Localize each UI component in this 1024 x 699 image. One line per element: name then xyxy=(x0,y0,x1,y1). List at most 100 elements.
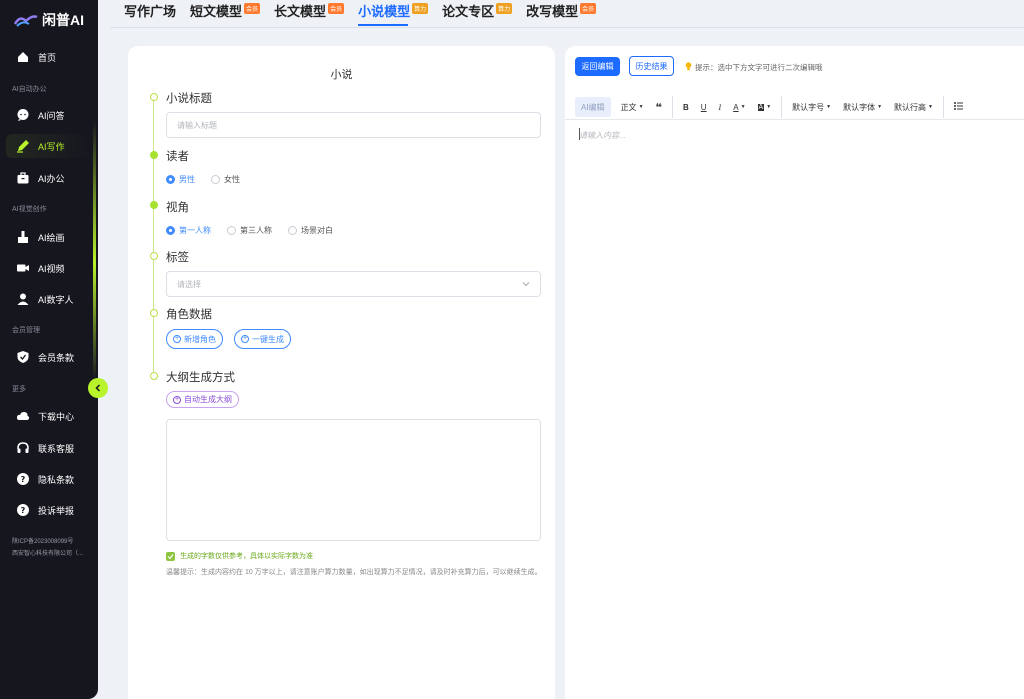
sidebar-item-download[interactable]: 下载中心 xyxy=(6,404,92,428)
paragraph-style-dropdown[interactable]: 正文 ▼ xyxy=(615,97,650,117)
tab-short-model[interactable]: 短文模型 会员 xyxy=(190,0,261,20)
radio-label: 第一人称 xyxy=(179,226,211,235)
ai-edit-button[interactable]: AI编辑 xyxy=(575,97,611,117)
tab-novel-model[interactable]: 小说模型 算力 xyxy=(358,0,429,26)
paint-icon xyxy=(16,230,30,244)
timeline-dot xyxy=(150,93,158,101)
tab-long-model[interactable]: 长文模型 会员 xyxy=(274,0,345,20)
auto-outline-button[interactable]: + 自动生成大纲 xyxy=(166,391,239,408)
font-color-dropdown[interactable]: A ▼ xyxy=(727,97,751,117)
timeline-dot xyxy=(150,309,158,317)
sidebar-item-ai-writing[interactable]: AI写作 xyxy=(6,134,92,158)
timeline-dot xyxy=(150,252,158,260)
perspective-radio-dialogue[interactable]: 场景对白 xyxy=(288,225,333,236)
sidebar-item-home[interactable]: 首页 xyxy=(6,45,92,69)
footer-company: 西安智心科技有限公司（... xyxy=(12,551,84,557)
tags-select[interactable]: 请选择 xyxy=(166,271,541,297)
background-color-dropdown[interactable]: A ▼ xyxy=(752,97,778,117)
sidebar-collapse-button[interactable] xyxy=(88,378,108,398)
help-icon: ? xyxy=(16,503,30,517)
button-label: 自动生成大纲 xyxy=(184,395,232,404)
underline-icon: U xyxy=(700,102,707,112)
sidebar-item-ai-qa[interactable]: AI问答 xyxy=(6,103,92,127)
radio-circle xyxy=(211,175,220,184)
novel-form-panel: 小说 小说标题 请输入标题 读者 男性 女性 视角 第一人称 第三人称 场景对白… xyxy=(128,46,555,699)
bullet-list-button[interactable] xyxy=(948,97,969,117)
perspective-radio-first[interactable]: 第一人称 xyxy=(166,225,211,236)
add-character-button[interactable]: + 新增角色 xyxy=(166,329,223,349)
quote-icon: ❝ xyxy=(655,101,662,114)
help-icon: ? xyxy=(16,472,30,486)
button-label: 一键生成 xyxy=(252,334,284,344)
reader-radio-male[interactable]: 男性 xyxy=(166,174,195,185)
toolbar-separator xyxy=(781,96,783,118)
perspective-label: 视角 xyxy=(166,202,189,214)
tab-label: 短文模型 xyxy=(190,4,243,19)
footer-icp[interactable]: 陕ICP备2023008099号 xyxy=(12,536,73,545)
timeline-dot xyxy=(150,151,158,159)
hint-text: 提示：选中下方文字可进行二次编辑哦 xyxy=(695,63,823,72)
bold-icon: B xyxy=(682,102,689,112)
sidebar-item-label: 下载中心 xyxy=(38,411,75,422)
sidebar-item-support[interactable]: 联系客服 xyxy=(6,436,92,460)
disclaimer-text: 生成的字数仅供参考，具体以实际字数为准 xyxy=(180,553,313,560)
sidebar-item-ai-office[interactable]: AI办公 xyxy=(6,166,92,190)
back-to-edit-button[interactable]: 返回编辑 xyxy=(575,57,620,76)
sidebar-item-member-terms[interactable]: 会员条款 xyxy=(6,345,92,369)
font-size-dropdown[interactable]: 默认字号 ▼ xyxy=(786,97,837,117)
line-height-dropdown[interactable]: 默认行高 ▼ xyxy=(888,97,939,117)
reader-label: 读者 xyxy=(166,151,189,163)
radio-label: 女性 xyxy=(224,175,240,184)
history-results-button[interactable]: 历史结果 xyxy=(629,56,674,76)
sidebar-item-privacy[interactable]: ? 隐私条款 xyxy=(6,467,92,491)
bold-button[interactable]: B xyxy=(677,97,695,117)
sidebar-item-label: AI办公 xyxy=(38,173,65,184)
quote-button[interactable]: ❝ xyxy=(650,97,668,117)
italic-icon: I xyxy=(718,102,722,112)
app-name: 闲普AI xyxy=(42,12,84,28)
member-badge: 会员 xyxy=(244,3,261,14)
dropdown-label: 正文 xyxy=(620,102,637,112)
tabs-divider xyxy=(110,27,1024,28)
lightbulb-icon xyxy=(685,62,692,73)
italic-button[interactable]: I xyxy=(713,97,728,117)
outline-textarea[interactable] xyxy=(166,419,541,541)
svg-text:?: ? xyxy=(21,475,26,484)
sidebar-item-label: 会员条款 xyxy=(38,352,75,363)
novel-title-input[interactable]: 请输入标题 xyxy=(166,112,541,138)
sidebar-item-label: AI写作 xyxy=(38,141,65,152)
dropdown-label: 默认行高 xyxy=(894,102,927,112)
sidebar-item-ai-avatar[interactable]: AI数字人 xyxy=(6,287,92,311)
sidebar: 闲普AI 首页 AI自动办公 AI问答 AI写作 AI办公 AI视觉创作 AI绘… xyxy=(0,0,98,699)
disclaimer-row[interactable]: 生成的字数仅供参考，具体以实际字数为准 xyxy=(166,551,313,561)
underline-button[interactable]: U xyxy=(695,97,713,117)
form-timeline xyxy=(153,98,154,378)
plus-icon: + xyxy=(173,395,181,404)
editor-content-area[interactable]: 请输入内容... xyxy=(579,130,626,141)
tab-rewrite-model[interactable]: 改写模型 会员 xyxy=(526,0,597,20)
headset-icon xyxy=(16,441,30,455)
sidebar-item-label: AI绘画 xyxy=(38,232,65,243)
sidebar-section-more: 更多 xyxy=(12,386,26,393)
perspective-radio-third[interactable]: 第三人称 xyxy=(227,225,272,236)
toolbar-separator xyxy=(671,96,673,118)
app-logo[interactable]: 闲普AI xyxy=(13,10,84,30)
sidebar-accent-bar xyxy=(93,120,96,380)
radio-circle xyxy=(227,226,236,235)
checkbox-checked-icon[interactable] xyxy=(166,551,175,561)
select-placeholder: 请选择 xyxy=(177,279,201,289)
member-badge: 会员 xyxy=(328,3,345,14)
font-family-dropdown[interactable]: 默认字体 ▼ xyxy=(837,97,888,117)
tab-writing-square[interactable]: 写作广场 xyxy=(124,0,176,20)
sidebar-item-report[interactable]: ? 投诉举报 xyxy=(6,498,92,522)
sidebar-item-ai-painting[interactable]: AI绘画 xyxy=(6,225,92,249)
novel-title-label: 小说标题 xyxy=(166,93,212,105)
toolbar-separator xyxy=(943,96,944,118)
tab-paper-zone[interactable]: 论文专区 算力 xyxy=(442,0,513,20)
sidebar-item-ai-video[interactable]: AI视频 xyxy=(6,256,92,280)
reader-radio-female[interactable]: 女性 xyxy=(211,174,240,185)
one-click-generate-button[interactable]: + 一键生成 xyxy=(234,329,291,349)
plus-icon: + xyxy=(241,335,249,343)
sidebar-item-label: AI问答 xyxy=(38,110,65,121)
caret-down-icon: ▼ xyxy=(928,104,933,110)
